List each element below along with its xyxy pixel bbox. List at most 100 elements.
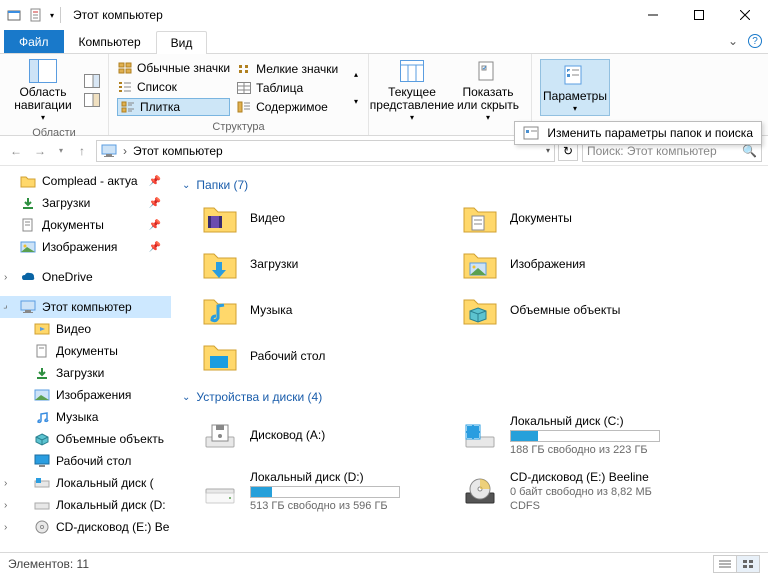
drive-c-progress: [510, 430, 660, 442]
titlebar: ▾ Этот компьютер: [0, 0, 768, 30]
view-list[interactable]: Список: [117, 79, 230, 95]
nav-diskc[interactable]: ›Локальный диск (: [0, 472, 171, 494]
forward-button[interactable]: →: [30, 141, 50, 161]
change-folder-options-icon: [523, 125, 539, 141]
view-tile[interactable]: Плитка: [117, 98, 230, 116]
nav-documents[interactable]: Документы📌: [0, 214, 171, 236]
thumbnails-view-button[interactable]: [736, 555, 760, 573]
pictures-folder-icon: [462, 248, 498, 280]
show-hide-button[interactable]: Показать или скрыть ▾: [453, 56, 523, 125]
tile-icon: [120, 99, 136, 115]
ribbon-group-current-view: Текущее представление ▾ Показать или скр…: [369, 54, 532, 135]
drive-c[interactable]: Локальный диск (C:) 188 ГБ свободно из 2…: [462, 414, 702, 456]
drive-a[interactable]: Дисковод (A:): [202, 414, 442, 456]
address-field[interactable]: › Этот компьютер ▾: [96, 140, 555, 162]
details-pane-button[interactable]: [84, 92, 100, 108]
chevron-down-icon: ▾: [410, 114, 414, 123]
nav-downloads2[interactable]: Загрузки: [0, 362, 171, 384]
nav-pictures2[interactable]: Изображения: [0, 384, 171, 406]
qat-dropdown-icon[interactable]: ▾: [50, 11, 54, 20]
details-view-button[interactable]: [713, 555, 737, 573]
folder-downloads[interactable]: Загрузки: [202, 248, 442, 280]
ribbon-expand-icon[interactable]: ⌄: [728, 34, 738, 48]
scroll-up-icon[interactable]: ▴: [354, 70, 358, 79]
drive-e[interactable]: CD-дисковод (E:) Beeline 0 байт свободно…: [462, 470, 702, 512]
maximize-button[interactable]: [676, 0, 722, 30]
music-icon: [34, 409, 50, 425]
current-view-button[interactable]: Текущее представление ▾: [377, 56, 447, 125]
disk-icon: [34, 497, 50, 513]
nav-pictures[interactable]: Изображения📌: [0, 236, 171, 258]
nav-diskd[interactable]: ›Локальный диск (D:: [0, 494, 171, 516]
show-hide-icon: [472, 58, 504, 84]
thispc-icon: [101, 143, 117, 159]
tab-view[interactable]: Вид: [156, 31, 208, 54]
content-area: ⌄Папки (7) Видео Документы Загрузки Изоб…: [172, 166, 768, 552]
tab-file[interactable]: Файл: [4, 30, 64, 53]
folder-icon: [20, 173, 36, 189]
floppy-icon: [202, 419, 238, 451]
chevron-down-icon: ▾: [573, 105, 577, 114]
change-folder-options-item[interactable]: Изменить параметры папок и поиска: [547, 126, 753, 140]
nav-objects3d[interactable]: Объемные объекть: [0, 428, 171, 450]
status-elements: Элементов: 11: [8, 557, 89, 571]
nav-music[interactable]: Музыка: [0, 406, 171, 428]
folder-objects3d[interactable]: Объемные объекты: [462, 294, 702, 326]
drive-d-progress: [250, 486, 400, 498]
back-button[interactable]: ←: [6, 141, 26, 161]
devices-section-header[interactable]: ⌄Устройства и диски (4): [182, 390, 758, 404]
downloads-icon: [34, 365, 50, 381]
nav-complead[interactable]: Complead - актуа📌: [0, 170, 171, 192]
drive-d[interactable]: Локальный диск (D:) 513 ГБ свободно из 5…: [202, 470, 442, 512]
view-content[interactable]: Содержимое: [236, 99, 348, 115]
folder-desktop[interactable]: Рабочий стол: [202, 340, 442, 372]
nav-pane-button[interactable]: Область навигации ▾: [8, 56, 78, 125]
nav-documents2[interactable]: Документы: [0, 340, 171, 362]
address-text: Этот компьютер: [133, 144, 223, 158]
close-button[interactable]: [722, 0, 768, 30]
view-small-icons[interactable]: Мелкие значки: [236, 61, 348, 77]
up-button[interactable]: ↑: [72, 141, 92, 161]
view-normal-icons[interactable]: Обычные значки: [117, 60, 230, 76]
view-table[interactable]: Таблица: [236, 80, 348, 96]
expand-icon[interactable]: ›: [4, 522, 7, 533]
nav-cddisk[interactable]: ›CD-дисковод (E:) Be: [0, 516, 171, 538]
folder-documents[interactable]: Документы: [462, 202, 702, 234]
statusbar: Элементов: 11: [0, 552, 768, 574]
nav-desktop[interactable]: Рабочий стол: [0, 450, 171, 472]
address-dropdown-icon[interactable]: ▾: [546, 146, 550, 155]
window-title: Этот компьютер: [73, 8, 163, 22]
folders-section-header[interactable]: ⌄Папки (7): [182, 178, 758, 192]
preview-pane-button[interactable]: [84, 73, 100, 89]
normal-icons-icon: [117, 60, 133, 76]
nav-onedrive[interactable]: ›OneDrive: [0, 266, 171, 288]
chevron-down-icon: ▾: [41, 114, 45, 123]
onedrive-icon: [20, 269, 36, 285]
folder-pictures[interactable]: Изображения: [462, 248, 702, 280]
expand-icon[interactable]: ›: [4, 500, 7, 511]
expand-icon[interactable]: ›: [1, 302, 11, 312]
folder-music[interactable]: Музыка: [202, 294, 442, 326]
view-more-icon[interactable]: ▾: [354, 97, 358, 106]
minimize-button[interactable]: [630, 0, 676, 30]
table-icon: [236, 80, 252, 96]
nav-thispc[interactable]: ›Этот компьютер: [0, 296, 171, 318]
tab-computer[interactable]: Компьютер: [64, 30, 156, 53]
documents-folder-icon: [462, 202, 498, 234]
help-icon[interactable]: ?: [748, 34, 762, 48]
nav-downloads[interactable]: Загрузки📌: [0, 192, 171, 214]
music-folder-icon: [202, 294, 238, 326]
expand-icon[interactable]: ›: [4, 272, 7, 283]
properties-icon[interactable]: [28, 7, 44, 23]
expand-icon[interactable]: ›: [4, 478, 7, 489]
nav-videos[interactable]: Видео: [0, 318, 171, 340]
folder-video[interactable]: Видео: [202, 202, 442, 234]
list-icon: [117, 79, 133, 95]
history-dropdown[interactable]: ▾: [54, 141, 68, 161]
window-controls: [630, 0, 768, 30]
objects3d-icon: [34, 431, 50, 447]
pictures-icon: [20, 239, 36, 255]
body: Complead - актуа📌 Загрузки📌 Документы📌 И…: [0, 166, 768, 552]
pictures-icon: [34, 387, 50, 403]
parameters-button[interactable]: Параметры ▾: [540, 59, 610, 117]
